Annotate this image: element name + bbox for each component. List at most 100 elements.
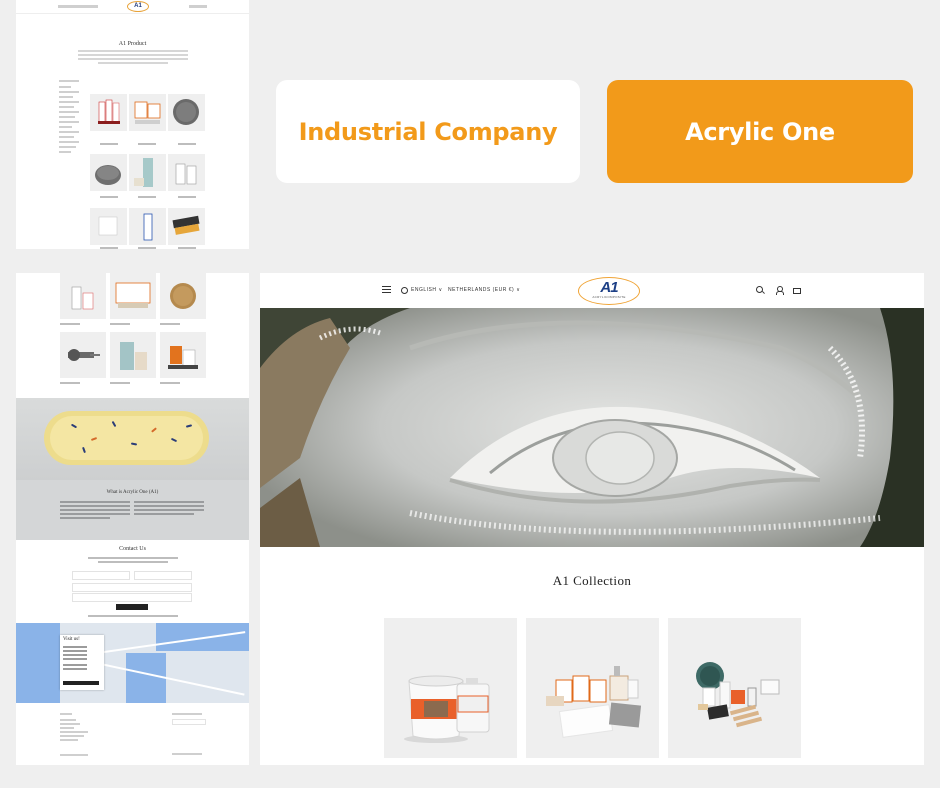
site-header: ENGLISH ∨ NETHERLANDS (EUR €) ∨ A1 ACRYLIC… (260, 273, 924, 308)
about-text-line (60, 517, 110, 519)
map-road (97, 662, 245, 696)
about-section (16, 480, 249, 540)
about-text-line (60, 505, 130, 507)
collection-card-tools-kit[interactable] (668, 618, 801, 758)
chevron-down-icon: ∨ (438, 287, 443, 293)
language-selector[interactable]: ENGLISH ∨ (411, 287, 443, 293)
preview-product-thumb (129, 154, 166, 191)
footer-line (60, 719, 76, 721)
preview-product-caption (138, 143, 156, 145)
footer-line (60, 713, 72, 715)
visit-text-line (63, 664, 87, 666)
language-label: ENGLISH (411, 287, 437, 293)
collection-card-buckets[interactable] (384, 618, 517, 758)
preview-product-caption (160, 323, 180, 325)
industrial-company-tag: Industrial Company (276, 80, 580, 183)
homepage-preview: What is Acrylic One (A1) Contact Us Visi… (16, 273, 249, 765)
contact-message-field (72, 593, 192, 602)
preview-nav (58, 5, 98, 8)
footer-line (60, 735, 84, 737)
footer-line (60, 731, 88, 733)
globe-icon (401, 287, 408, 294)
footer-line (60, 754, 88, 756)
preview-product-thumb (160, 332, 206, 378)
preview-filter-line (59, 80, 79, 82)
preview-filter-line (59, 116, 75, 118)
preview-filter-line (59, 86, 71, 88)
region-selector[interactable]: NETHERLANDS (EUR €) ∨ (448, 287, 520, 293)
visit-text-line (63, 646, 87, 648)
preview-filter-line (59, 136, 74, 138)
preview-product-caption (178, 196, 196, 198)
terrazzo-tray-inner (50, 416, 203, 460)
preview-filter-line (59, 126, 72, 128)
preview-product-thumb (60, 332, 106, 378)
preview-product-thumb (168, 208, 205, 245)
preview-filter-line (59, 91, 79, 93)
preview-filter-line (59, 111, 79, 113)
preview-product-caption (60, 382, 80, 384)
contact-title: Contact Us (119, 546, 146, 552)
preview-filter-line (59, 151, 71, 153)
footer-line (172, 713, 202, 715)
contact-name-field (72, 571, 130, 580)
cart-icon[interactable] (792, 286, 801, 295)
footer-line (60, 727, 74, 729)
map-water (16, 623, 60, 703)
preview-page-title: A1 Product (118, 41, 147, 47)
account-icon[interactable] (775, 286, 784, 295)
brand-logo[interactable]: A1 ACRYLICOMPOSITE (578, 277, 640, 305)
collection-title: A1 Collection (552, 573, 632, 588)
preview-product-thumb (168, 154, 205, 191)
contact-email-field (134, 571, 192, 580)
chevron-down-icon: ∨ (516, 287, 521, 293)
visit-text-line (63, 658, 87, 660)
preview-product-caption (178, 143, 196, 145)
preview-product-thumb (90, 154, 127, 191)
footer-line (60, 723, 80, 725)
preview-product-caption (160, 382, 180, 384)
about-text-line (60, 513, 130, 515)
preview-header-icons (189, 5, 207, 8)
preview-product-thumb (129, 208, 166, 245)
preview-product-caption (138, 196, 156, 198)
preview-logo: A1 (127, 1, 149, 12)
visit-directions-button (63, 681, 99, 685)
menu-icon[interactable] (382, 286, 391, 295)
contact-phone-field (72, 583, 192, 592)
hero-image-sculpted-eye (260, 308, 924, 547)
website-homepage: ENGLISH ∨ NETHERLANDS (EUR €) ∨ A1 ACRYLIC… (260, 273, 924, 765)
logo-subtext: ACRYLICOMPOSITE (592, 295, 626, 299)
preview-product-thumb (90, 208, 127, 245)
preview-product-caption (178, 247, 196, 249)
search-icon[interactable] (756, 286, 765, 295)
acrylic-one-tag: Acrylic One (607, 80, 913, 183)
preview-product-caption (110, 323, 130, 325)
about-text-line (60, 501, 130, 503)
preview-product-caption (60, 323, 80, 325)
about-text-line (134, 509, 204, 511)
preview-product-caption (100, 143, 118, 145)
region-label: NETHERLANDS (EUR €) (448, 287, 515, 293)
preview-header: A1 (16, 0, 249, 14)
contact-text-line (88, 615, 178, 617)
preview-text-line (78, 54, 188, 56)
preview-product-caption (100, 196, 118, 198)
about-text-line (134, 513, 194, 515)
logo-mark: A1 (600, 279, 618, 296)
preview-product-thumb (160, 273, 206, 319)
about-text-line (134, 501, 204, 503)
footer-line (60, 739, 78, 741)
preview-product-thumb (90, 94, 127, 131)
visit-text-line (63, 654, 87, 656)
preview-filter-line (59, 146, 76, 148)
preview-text-line (98, 62, 168, 64)
preview-filter-line (59, 141, 79, 143)
collection-card-starter-kit[interactable] (526, 618, 659, 758)
map-water (126, 653, 166, 703)
preview-product-caption (138, 247, 156, 249)
footer-newsletter-field (172, 719, 206, 725)
preview-filter-line (59, 131, 79, 133)
preview-product-caption (100, 247, 118, 249)
preview-filter-line (59, 96, 73, 98)
